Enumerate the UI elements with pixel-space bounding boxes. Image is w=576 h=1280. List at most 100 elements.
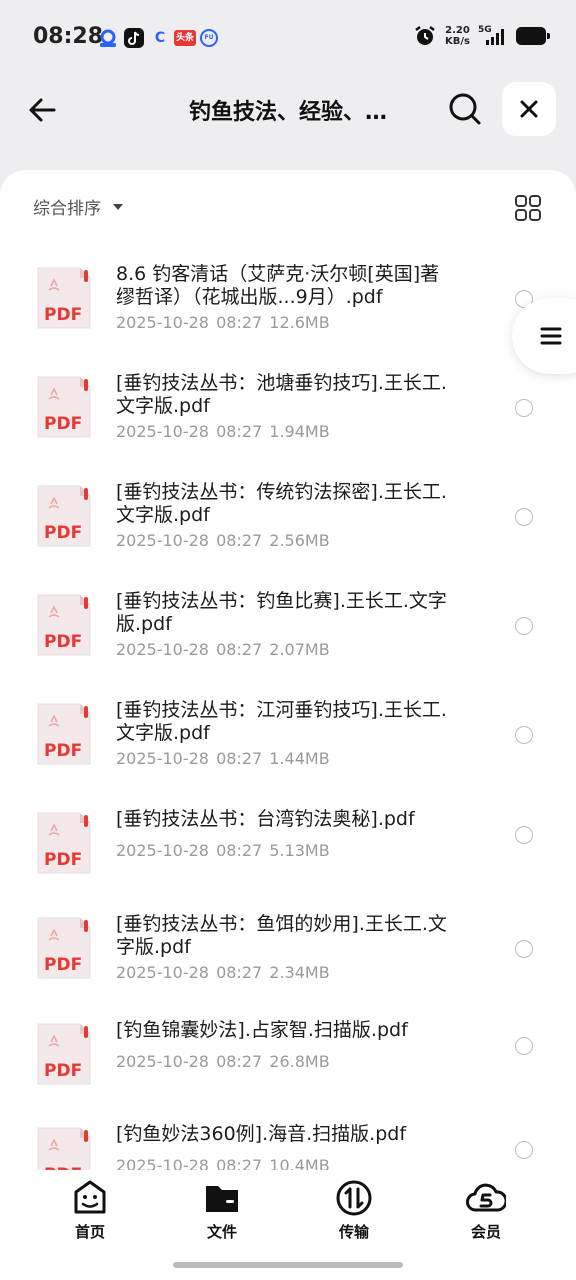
file-sheet: 综合排序 PDF 8.6 钓客清话（艾萨克·沃尔顿[英国]著 缪哲译）（花城出版…: [0, 170, 576, 1170]
close-icon: [520, 100, 538, 118]
pdf-file-icon: PDF: [37, 267, 91, 329]
file-size: 2.07MB: [269, 640, 330, 659]
nav-member[interactable]: 会员: [446, 1178, 526, 1242]
sort-label: 综合排序: [33, 199, 101, 219]
pdf-label: PDF: [44, 955, 82, 975]
select-radio[interactable]: [515, 508, 533, 526]
file-meta: 2025-10-28 08:27 2.56MB: [116, 531, 330, 550]
file-row[interactable]: PDF [垂钓技法丛书：台湾钓法奥秘].pdf 2025-10-28 08:27…: [0, 800, 576, 905]
select-radio[interactable]: [515, 826, 533, 844]
pdf-label: PDF: [44, 741, 82, 761]
file-name: [垂钓技法丛书：传统钓法探密].王长工.文字版.pdf: [116, 481, 447, 526]
file-meta: 2025-10-28 08:27 26.8MB: [116, 1052, 330, 1071]
file-row[interactable]: PDF [垂钓技法丛书：池塘垂钓技巧].王长工.文字版.pdf 2025-10-…: [0, 364, 576, 473]
net-speed-unit: KB/s: [445, 36, 470, 47]
pdf-label: PDF: [44, 850, 82, 870]
search-icon[interactable]: [446, 90, 484, 128]
file-size: 2.34MB: [269, 963, 330, 982]
alarm-icon: [415, 26, 435, 45]
net-speed: 2.20 KB/s: [445, 25, 470, 47]
file-row[interactable]: PDF [钓鱼锦囊妙法].占家智.扫描版.pdf 2025-10-28 08:2…: [0, 1011, 576, 1115]
file-size: 1.44MB: [269, 749, 330, 768]
caret-down-icon: [113, 203, 123, 210]
file-date: 2025-10-28 08:27: [116, 1052, 263, 1071]
file-name: [垂钓技法丛书：池塘垂钓技巧].王长工.文字版.pdf: [116, 372, 447, 417]
nav-home[interactable]: 首页: [50, 1178, 130, 1242]
select-radio[interactable]: [515, 617, 533, 635]
select-radio[interactable]: [515, 940, 533, 958]
select-radio[interactable]: [515, 399, 533, 417]
select-radio[interactable]: [515, 1037, 533, 1055]
pdf-file-icon: PDF: [37, 812, 91, 874]
nav-label: 会员: [470, 1223, 501, 1241]
file-date: 2025-10-28 08:27: [116, 749, 263, 768]
bottom-nav: 首页 文件 传输 会员: [0, 1170, 576, 1280]
select-radio[interactable]: [515, 1141, 533, 1159]
file-meta: 2025-10-28 08:27 5.13MB: [116, 841, 330, 860]
file-row[interactable]: PDF [垂钓技法丛书：钓鱼比赛].王长工.文字版.pdf 2025-10-28…: [0, 582, 576, 691]
file-date: 2025-10-28 08:27: [116, 1156, 263, 1170]
file-name: [钓鱼锦囊妙法].占家智.扫描版.pdf: [116, 1019, 408, 1041]
file-date: 2025-10-28 08:27: [116, 640, 263, 659]
file-date: 2025-10-28 08:27: [116, 841, 263, 860]
file-row[interactable]: PDF [垂钓技法丛书：江河垂钓技巧].王长工.文字版.pdf 2025-10-…: [0, 691, 576, 800]
pdf-label: PDF: [44, 632, 82, 652]
pdf-file-icon: PDF: [37, 594, 91, 656]
pdf-file-icon: PDF: [37, 485, 91, 547]
fu-app-icon: FU: [200, 29, 218, 47]
file-name: [垂钓技法丛书：钓鱼比赛].王长工.文字版.pdf: [116, 590, 447, 635]
status-right: 2.20 KB/s 5G: [413, 24, 550, 48]
cloud-app-icon: [100, 29, 116, 47]
file-row[interactable]: PDF [钓鱼妙法360例].海音.扫描版.pdf 2025-10-28 08:…: [0, 1115, 576, 1170]
file-name: [钓鱼妙法360例].海音.扫描版.pdf: [116, 1123, 407, 1145]
home-face-icon: [74, 1180, 106, 1214]
file-size: 1.94MB: [269, 422, 330, 441]
c-app-icon: C: [154, 30, 166, 46]
file-row[interactable]: PDF 8.6 钓客清话（艾萨克·沃尔顿[英国]著 缪哲译）（花城出版...9月…: [0, 255, 576, 364]
file-size: 12.6MB: [269, 313, 330, 332]
file-meta: 2025-10-28 08:27 2.07MB: [116, 640, 330, 659]
file-row[interactable]: PDF [垂钓技法丛书：鱼饵的妙用].王长工.文字版.pdf 2025-10-2…: [0, 905, 576, 1011]
file-list: PDF 8.6 钓客清话（艾萨克·沃尔顿[英国]著 缪哲译）（花城出版...9月…: [0, 255, 576, 1170]
status-bar: 08:28 C 头条 FU 2.20 KB/s 5G: [0, 0, 576, 76]
close-button[interactable]: [502, 82, 556, 136]
pdf-file-icon: PDF: [37, 917, 91, 979]
nav-files[interactable]: 文件: [182, 1178, 262, 1242]
page-title: 钓鱼技法、经验、…: [188, 100, 387, 125]
nav-transfer[interactable]: 传输: [314, 1178, 394, 1242]
file-meta: 2025-10-28 08:27 1.94MB: [116, 422, 330, 441]
file-date: 2025-10-28 08:27: [116, 531, 263, 550]
file-meta: 2025-10-28 08:27 12.6MB: [116, 313, 330, 332]
file-meta: 2025-10-28 08:27 2.34MB: [116, 963, 330, 982]
member-cloud-icon: [466, 1183, 506, 1212]
transfer-icon: [336, 1180, 372, 1216]
pdf-label: PDF: [44, 414, 82, 434]
pdf-file-icon: PDF: [37, 703, 91, 765]
toutiao-icon: 头条: [174, 30, 196, 46]
sort-dropdown[interactable]: 综合排序: [33, 194, 123, 219]
header: 钓鱼技法、经验、…: [0, 76, 576, 170]
nav-label: 首页: [74, 1223, 105, 1241]
file-size: 10.4MB: [269, 1156, 330, 1170]
tiktok-icon: [124, 28, 144, 48]
grid-view-icon[interactable]: [514, 194, 542, 222]
folder-icon: [206, 1186, 238, 1212]
net-speed-value: 2.20: [445, 25, 470, 36]
file-meta: 2025-10-28 08:27 1.44MB: [116, 749, 330, 768]
file-name: [垂钓技法丛书：鱼饵的妙用].王长工.文字版.pdf: [116, 913, 447, 958]
file-size: 5.13MB: [269, 841, 330, 860]
signal: 5G: [478, 25, 508, 47]
home-indicator[interactable]: [173, 1262, 403, 1268]
select-radio[interactable]: [515, 726, 533, 744]
pdf-label: PDF: [44, 1061, 82, 1081]
pdf-label: PDF: [44, 523, 82, 543]
menu-icon: [540, 327, 562, 345]
arrow-left-icon[interactable]: [24, 90, 64, 130]
pdf-file-icon: PDF: [37, 1023, 91, 1085]
battery-icon: [516, 27, 550, 45]
file-row[interactable]: PDF [垂钓技法丛书：传统钓法探密].王长工.文字版.pdf 2025-10-…: [0, 473, 576, 582]
file-name: [垂钓技法丛书：江河垂钓技巧].王长工.文字版.pdf: [116, 699, 447, 744]
file-size: 2.56MB: [269, 531, 330, 550]
file-meta: 2025-10-28 08:27 10.4MB: [116, 1156, 330, 1170]
nav-label: 传输: [338, 1223, 369, 1241]
